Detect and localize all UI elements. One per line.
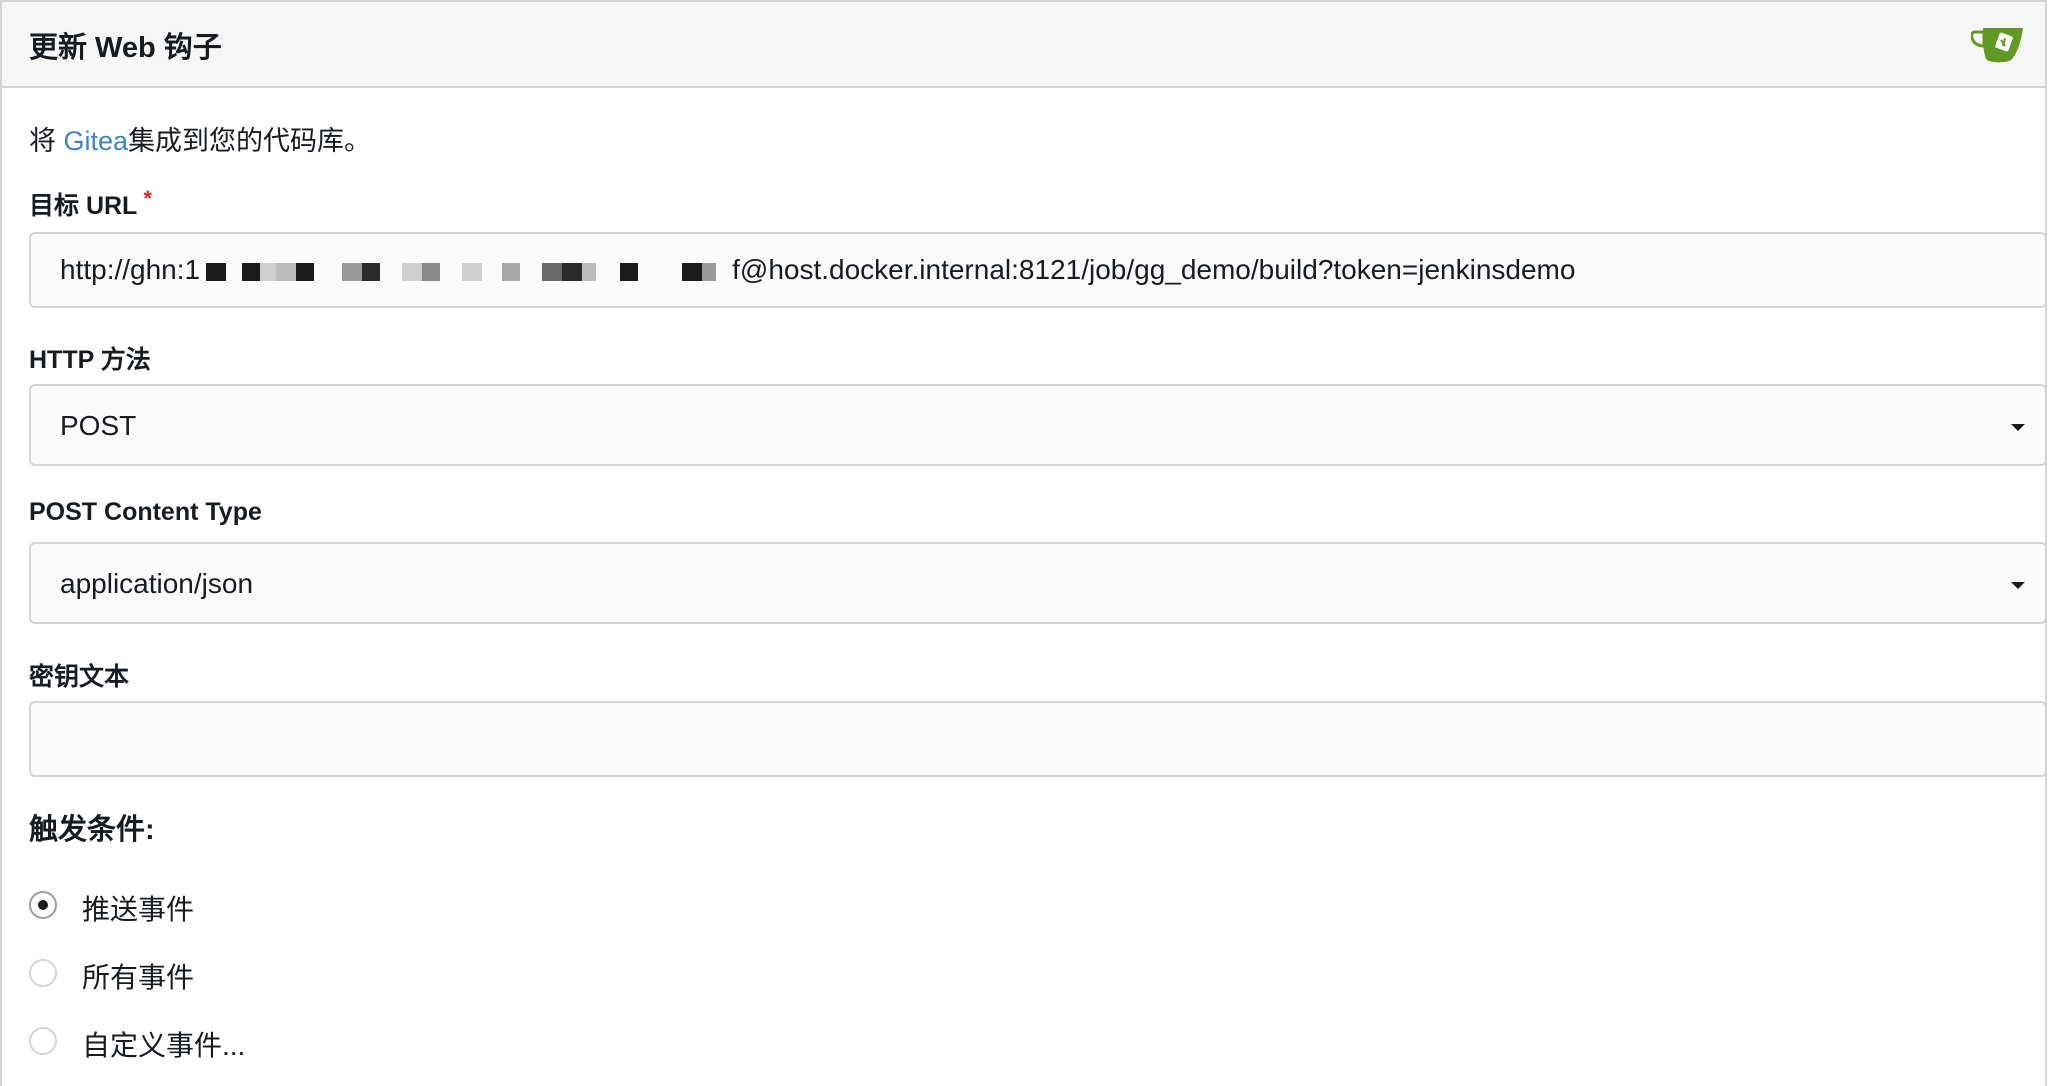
- gitea-link[interactable]: Gitea: [64, 126, 129, 156]
- content-type-label: POST Content Type: [29, 498, 262, 526]
- trigger-title: 触发条件:: [29, 814, 155, 846]
- radio-checked-icon[interactable]: [29, 891, 57, 919]
- redacted-blocks: [200, 261, 732, 283]
- gitea-logo-icon: [1971, 28, 2023, 63]
- radio-unchecked-icon[interactable]: [29, 959, 57, 987]
- url-value-end: f@host.docker.internal:8121/job/gg_demo/…: [732, 254, 1576, 285]
- page-title: 更新 Web 钩子: [29, 32, 222, 64]
- radio-label: 推送事件: [82, 894, 195, 925]
- panel-header: 更新 Web 钩子: [2, 2, 2045, 88]
- secret-input[interactable]: [29, 701, 2047, 777]
- radio-unchecked-icon[interactable]: [29, 1027, 57, 1055]
- target-url-label: 目标 URL *: [29, 186, 152, 222]
- intro-prefix: 将: [29, 126, 64, 156]
- http-method-value: POST: [60, 410, 137, 441]
- http-method-select[interactable]: POST: [29, 384, 2047, 466]
- radio-label: 所有事件: [82, 962, 195, 993]
- http-method-label: HTTP 方法: [29, 346, 151, 374]
- content-type-select[interactable]: application/json: [29, 542, 2047, 624]
- url-value-start: http://ghn:1: [60, 254, 201, 285]
- chevron-down-icon: [2011, 582, 2025, 589]
- secret-label: 密钥文本: [29, 663, 130, 691]
- target-url-input[interactable]: http://ghn:1 f@host.docker.internal:8121/…: [29, 232, 2047, 308]
- intro-text: 将 Gitea集成到您的代码库。: [29, 119, 371, 158]
- radio-label: 自定义事件...: [82, 1030, 246, 1061]
- target-url-label-text: 目标 URL: [29, 192, 138, 220]
- chevron-down-icon: [2011, 424, 2025, 431]
- webhook-form-panel: 更新 Web 钩子 将 Gitea集成到您的代码库。 目标 URL * http:…: [0, 0, 2047, 1086]
- intro-suffix: 集成到您的代码库。: [128, 126, 372, 156]
- content-type-value: application/json: [60, 568, 254, 599]
- required-asterisk: *: [143, 186, 152, 211]
- target-url-value: http://ghn:1 f@host.docker.internal:8121/…: [60, 254, 1575, 286]
